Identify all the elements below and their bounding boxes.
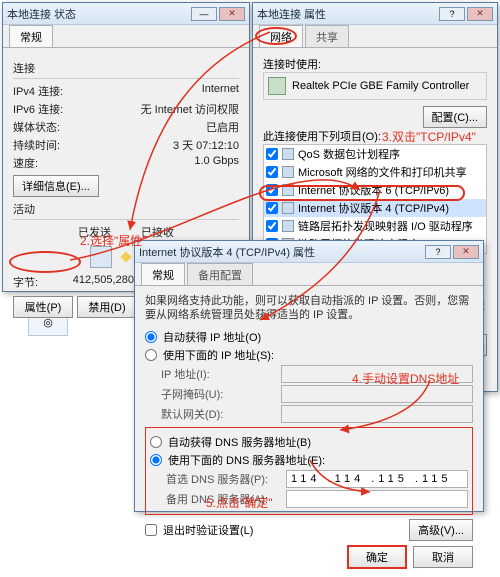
protocol-item-checkbox[interactable] — [266, 220, 278, 232]
close-button[interactable]: ✕ — [467, 7, 493, 21]
gateway-label: 默认网关(D): — [161, 406, 281, 422]
protocol-listbox[interactable]: QoS 数据包计划程序 Microsoft 网络的文件和打印机共享 Internet… — [263, 144, 487, 254]
activity-spark-icon — [120, 251, 131, 262]
media-value: 已启用 — [206, 119, 239, 135]
ip-label: IP 地址(I): — [161, 366, 281, 382]
protocol-icon — [282, 220, 294, 232]
protocol-item-label: Internet 协议版本 4 (TCP/IPv4) — [298, 200, 449, 216]
sent-bytes: 412,505,280 — [73, 274, 134, 290]
gateway-field — [281, 405, 473, 423]
details-button[interactable]: 详细信息(E)... — [13, 175, 99, 197]
adapter-name: Realtek PCIe GBE Family Controller — [292, 80, 469, 92]
protocol-item-label: Microsoft 网络的文件和打印机共享 — [298, 164, 467, 180]
radio-auto-ip[interactable] — [145, 331, 157, 343]
hint-text: 如果网络支持此功能，则可以获取自动指派的 IP 设置。否则，您需要从网络系统管理… — [145, 294, 473, 323]
dialog-title: 本地连接 状态 — [7, 6, 189, 22]
protocol-item-checkbox[interactable] — [266, 148, 278, 160]
items-label: 此连接使用下列项目(O): — [263, 128, 487, 144]
help-button[interactable]: ? — [425, 245, 451, 259]
ipv6-value: 无 Internet 访问权限 — [141, 101, 239, 117]
radio-manual-dns[interactable] — [150, 454, 162, 466]
ip-field — [281, 365, 473, 383]
minimize-button[interactable]: — — [191, 7, 217, 21]
advanced-button[interactable]: 高级(V)... — [409, 519, 473, 541]
protocol-icon — [282, 184, 294, 196]
ipv6-label: IPv6 连接: — [13, 101, 63, 117]
recv-label: 已接收 — [141, 224, 174, 240]
protocol-icon — [282, 166, 294, 178]
speed-value: 1.0 Gbps — [194, 155, 239, 171]
dialog-title: Internet 协议版本 4 (TCP/IPv4) 属性 — [139, 244, 423, 260]
configure-button[interactable]: 配置(C)... — [423, 106, 487, 128]
dns1-field[interactable]: 114 .114 .115 .115 — [286, 470, 468, 488]
adapter-icon — [268, 77, 286, 95]
sent-label: 已发送 — [78, 224, 111, 240]
ipv4-label: IPv4 连接: — [13, 83, 63, 99]
protocol-item-2[interactable]: Internet 协议版本 6 (TCP/IPv6) — [264, 181, 486, 199]
properties-button[interactable]: 属性(P) — [13, 296, 73, 318]
tab-general[interactable]: 常规 — [9, 25, 53, 47]
tab-network[interactable]: 网络 — [259, 25, 303, 47]
dns2-field[interactable] — [286, 490, 468, 508]
section-activity: 活动 — [13, 201, 239, 217]
protocol-item-4[interactable]: 链路层拓扑发现映射器 I/O 驱动程序 — [264, 217, 486, 235]
protocol-item-label: QoS 数据包计划程序 — [298, 146, 400, 162]
radio-auto-dns[interactable] — [150, 436, 162, 448]
close-button[interactable]: ✕ — [453, 245, 479, 259]
dialog-title: 本地连接 属性 — [257, 6, 437, 22]
protocol-item-3[interactable]: Internet 协议版本 4 (TCP/IPv4) — [264, 199, 486, 217]
protocol-item-checkbox[interactable] — [266, 166, 278, 178]
ipv4-properties-dialog: Internet 协议版本 4 (TCP/IPv4) 属性 ? ✕ 常规 备用配… — [134, 240, 484, 512]
validate-label: 退出时验证设置(L) — [163, 522, 253, 538]
radio-manual-dns-label: 使用下面的 DNS 服务器地址(E): — [168, 452, 325, 468]
radio-auto-ip-label: 自动获得 IP 地址(O) — [163, 329, 261, 345]
radio-auto-dns-label: 自动获得 DNS 服务器地址(B) — [168, 434, 311, 450]
disable-button[interactable]: 禁用(D) — [77, 296, 137, 318]
dns2-label: 备用 DNS 服务器(A): — [166, 491, 286, 507]
speed-label: 速度: — [13, 155, 38, 171]
protocol-item-label: Internet 协议版本 6 (TCP/IPv6) — [298, 182, 449, 198]
media-label: 媒体状态: — [13, 119, 60, 135]
mask-field — [281, 385, 473, 403]
tab-alternate[interactable]: 备用配置 — [187, 263, 253, 285]
protocol-icon — [282, 148, 294, 160]
titlebar[interactable]: Internet 协议版本 4 (TCP/IPv4) 属性 ? ✕ — [135, 241, 483, 263]
radio-manual-ip-label: 使用下面的 IP 地址(S): — [163, 347, 274, 363]
section-connection: 连接 — [13, 60, 239, 76]
cancel-button[interactable]: 取消 — [413, 546, 473, 568]
close-button[interactable]: ✕ — [219, 7, 245, 21]
protocol-item-label: 链路层拓扑发现映射器 I/O 驱动程序 — [298, 218, 473, 234]
mask-label: 子网掩码(U): — [161, 386, 281, 402]
protocol-item-0[interactable]: QoS 数据包计划程序 — [264, 145, 486, 163]
tab-sharing[interactable]: 共享 — [305, 25, 349, 47]
protocol-item-checkbox[interactable] — [266, 202, 278, 214]
protocol-item-checkbox[interactable] — [266, 184, 278, 196]
titlebar[interactable]: 本地连接 状态 — ✕ — [3, 3, 249, 25]
duration-value: 3 天 07:12:10 — [173, 137, 239, 153]
ipv4-value: Internet — [202, 83, 239, 99]
duration-label: 持续时间: — [13, 137, 60, 153]
connect-using-label: 连接时使用: — [263, 56, 487, 72]
protocol-item-1[interactable]: Microsoft 网络的文件和打印机共享 — [264, 163, 486, 181]
bytes-label: 字节: — [13, 274, 38, 290]
dns1-label: 首选 DNS 服务器(P): — [166, 471, 286, 487]
help-button[interactable]: ? — [439, 7, 465, 21]
radio-manual-ip[interactable] — [145, 349, 157, 361]
validate-checkbox[interactable] — [145, 524, 157, 536]
tab-general[interactable]: 常规 — [141, 263, 185, 285]
protocol-icon — [282, 202, 294, 214]
pc-icon — [90, 246, 112, 268]
titlebar[interactable]: 本地连接 属性 ? ✕ — [253, 3, 497, 25]
ok-button[interactable]: 确定 — [347, 545, 407, 569]
